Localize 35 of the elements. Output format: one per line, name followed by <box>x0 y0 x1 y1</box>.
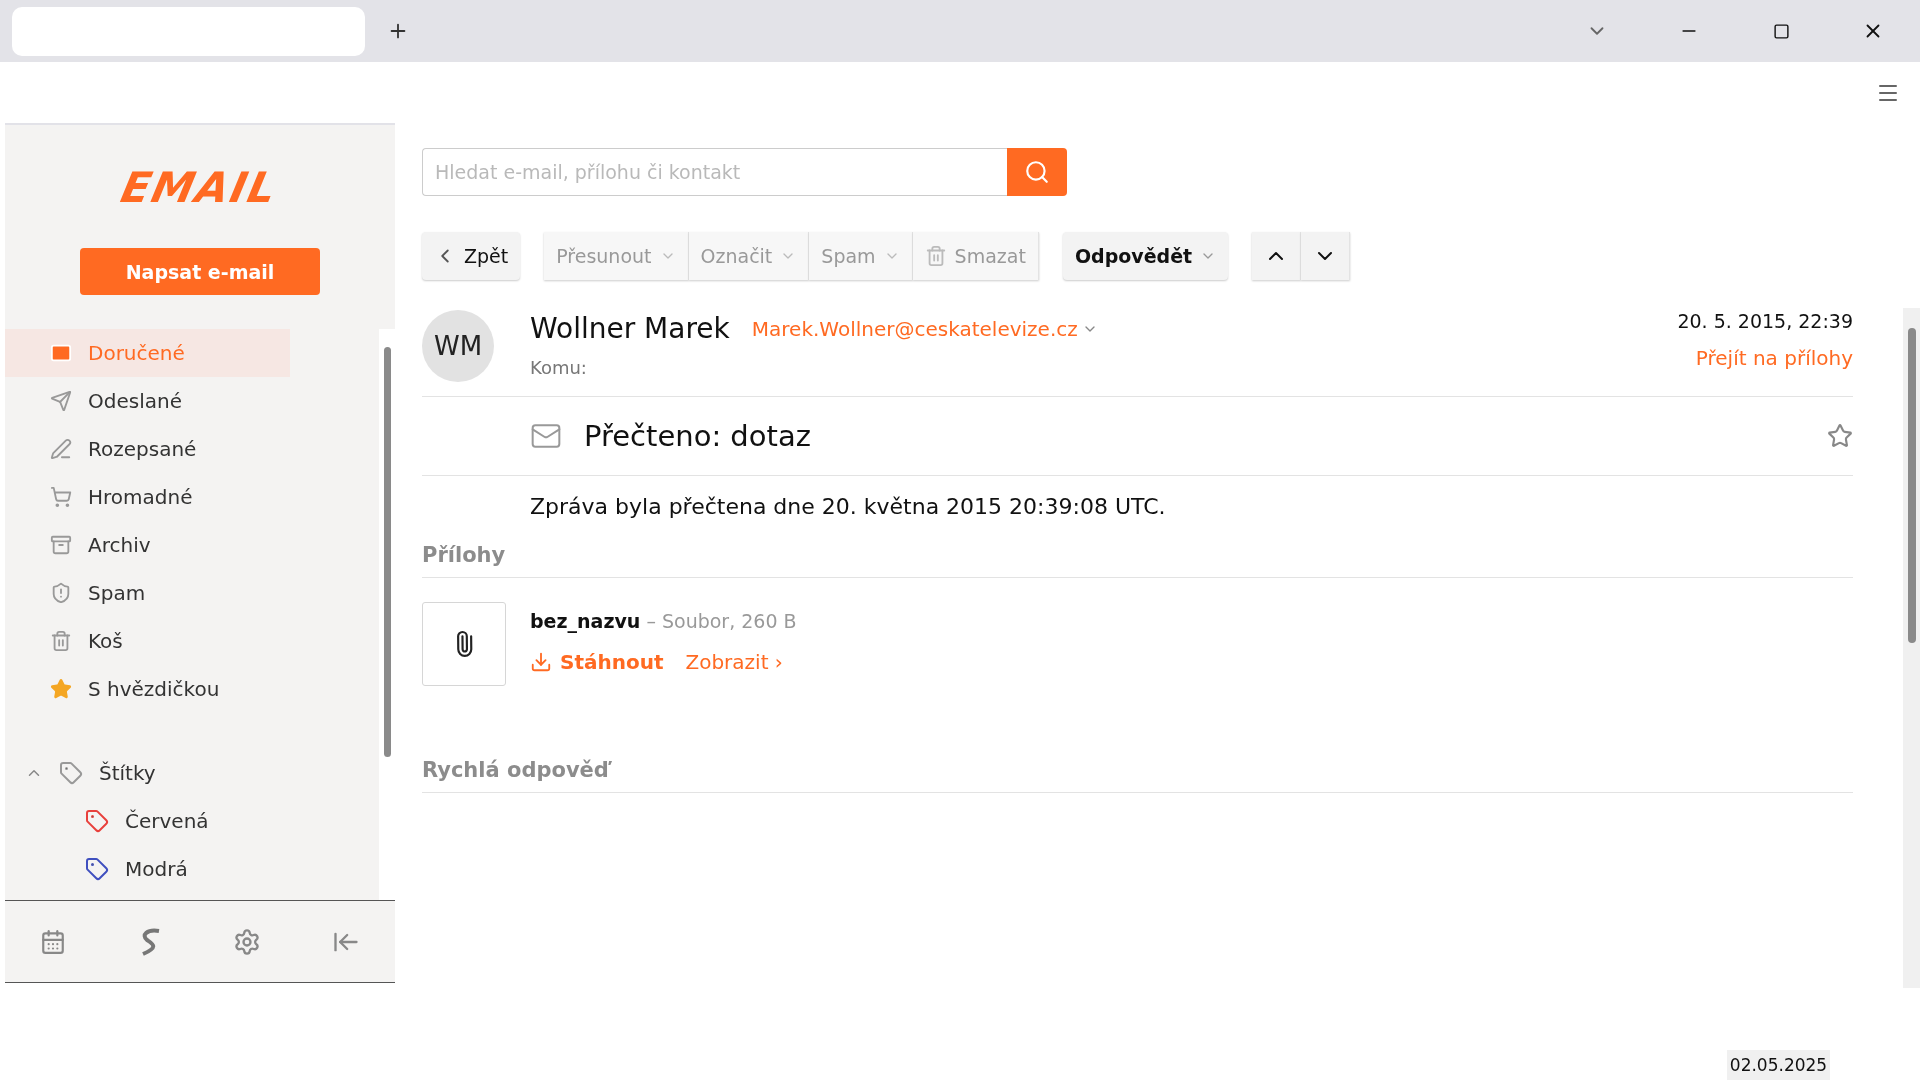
folder-item[interactable]: Spam <box>5 569 290 617</box>
folder-item[interactable]: Koš <box>5 617 290 665</box>
settings-icon[interactable] <box>233 927 262 956</box>
attachments-heading: Přílohy <box>422 543 1853 578</box>
message-date: 20. 5. 2015, 22:39 <box>1677 310 1853 332</box>
folder-item[interactable]: Hromadné <box>5 473 290 521</box>
maximize-icon[interactable] <box>1772 22 1790 40</box>
reply-button[interactable]: Odpovědět <box>1062 232 1229 280</box>
search-icon <box>1024 159 1050 185</box>
back-button[interactable]: Zpět <box>422 232 521 280</box>
avatar: WM <box>422 310 494 382</box>
calendar-icon[interactable] <box>40 928 67 955</box>
scrollbar[interactable] <box>379 329 395 900</box>
trash-icon <box>924 245 947 267</box>
folder-item[interactable]: Rozepsané <box>5 425 290 473</box>
quick-reply-heading: Rychlá odpověď <box>422 758 1853 793</box>
message-body: Zpráva byla přečtena dne 20. května 2015 20:39:08 UTC. <box>529 493 1167 519</box>
label-item[interactable]: Modrá <box>5 845 290 893</box>
scrollbar[interactable] <box>1903 308 1920 988</box>
attachment-thumbnail[interactable] <box>422 602 506 686</box>
tag-icon <box>59 761 83 785</box>
sender-name: Wollner Marek <box>530 312 730 345</box>
folder-item[interactable]: S hvězdičkou <box>5 665 290 713</box>
search-field[interactable]: Hledat e-mail, přílohu či kontakt <box>422 148 1007 196</box>
folder-item[interactable]: Archiv <box>5 521 290 569</box>
attachment-name: bez_nazvu – Soubor, 260 B <box>530 610 797 632</box>
recipient-label: Komu: <box>530 357 588 378</box>
message-subject: Přečteno: dotaz <box>584 419 812 453</box>
download-icon <box>530 651 552 673</box>
folder-item[interactable]: Odeslané <box>5 377 290 425</box>
labels-section[interactable]: Štítky <box>5 749 290 797</box>
label-item[interactable]: Červená <box>5 797 290 845</box>
star-icon[interactable] <box>1827 423 1853 449</box>
search-button[interactable] <box>1007 148 1067 196</box>
date-stamp: 02.05.2025 <box>1727 1050 1830 1080</box>
